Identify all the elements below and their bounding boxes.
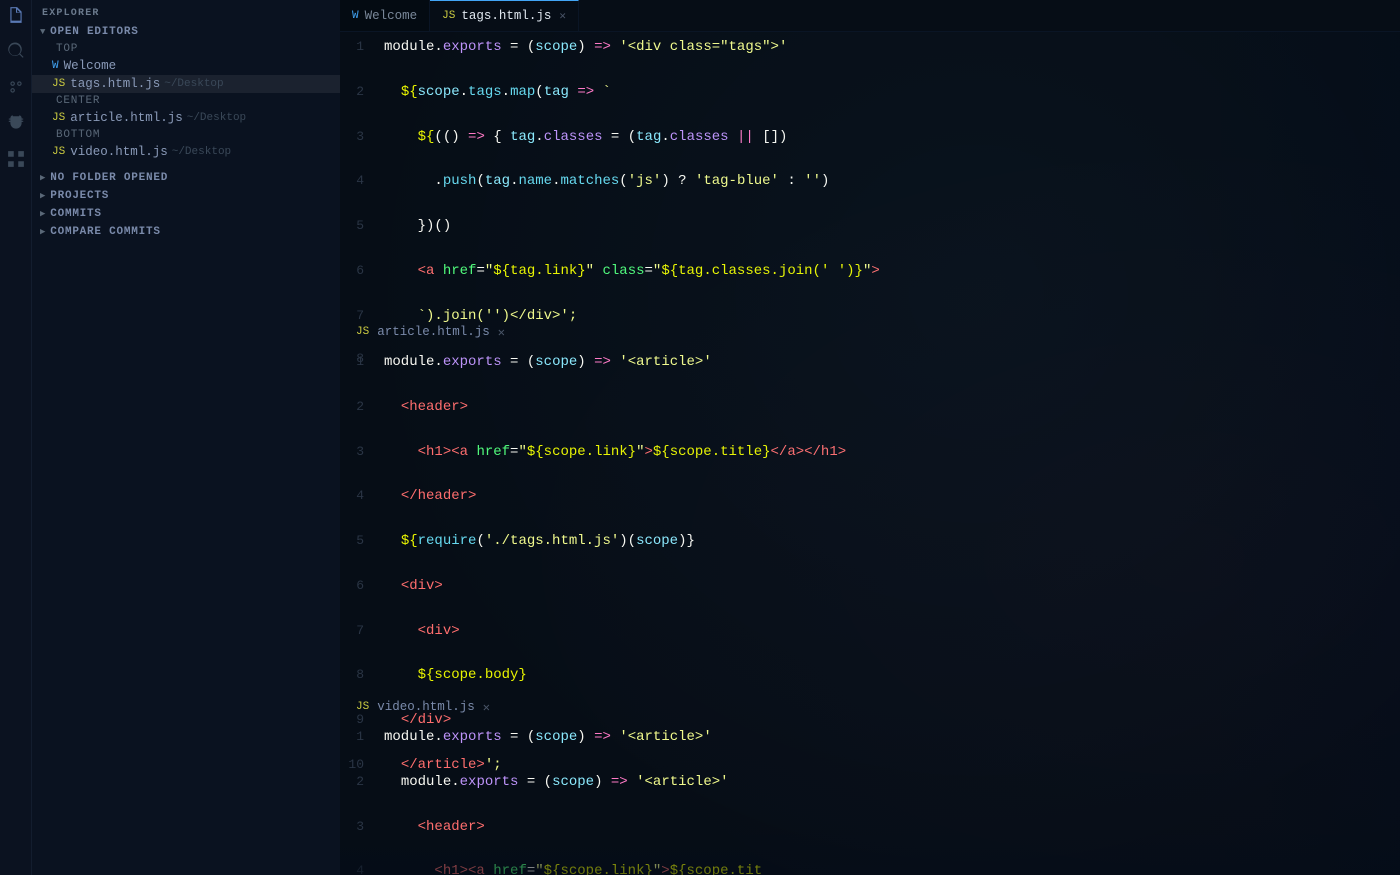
art-line-6: 6 <div> <box>340 575 1400 597</box>
art-line-5: 5 ${require('./tags.html.js')(scope)} <box>340 530 1400 552</box>
line-3: 3 ${(() => { tag.classes = (tag.classes … <box>340 126 1400 148</box>
sidebar-item-article[interactable]: JS article.html.js ~/Desktop <box>32 109 340 127</box>
video-panel-icon: JS <box>356 701 369 713</box>
compare-commits-label: COMPARE COMMITS <box>50 226 161 238</box>
sidebar-item-tags[interactable]: JS tags.html.js ~/Desktop <box>32 75 340 93</box>
vid-line-2: 2 module.exports = (scope) => '<article>… <box>340 771 1400 793</box>
files-icon[interactable] <box>7 6 25 24</box>
welcome-tab-icon: W <box>352 10 359 22</box>
welcome-tab-label: Welcome <box>365 9 418 23</box>
video-panel-header: JS video.html.js ✕ <box>340 692 1400 722</box>
commits-label: COMMITS <box>50 208 102 220</box>
tags-tab-icon: JS <box>442 10 455 22</box>
projects-label: PROJECTS <box>50 190 109 202</box>
explorer-title: EXPLORER <box>32 0 340 23</box>
projects-section[interactable]: ▶ PROJECTS <box>32 187 340 205</box>
commits-arrow: ▶ <box>40 209 46 219</box>
article-file-icon: JS <box>52 112 65 124</box>
editor-main: W Welcome JS tags.html.js ✕ 1module.expo… <box>340 0 1400 875</box>
commits-section[interactable]: ▶ COMMITS <box>32 205 340 223</box>
line-1: 1module.exports = (scope) => '<div class… <box>340 36 1400 58</box>
source-control-icon[interactable] <box>7 78 25 96</box>
line-4: 4 .push(tag.name.matches('js') ? 'tag-bl… <box>340 170 1400 192</box>
code-panel-video: JS video.html.js ✕ 1module.exports = (sc… <box>340 692 1400 875</box>
sidebar-tree: EXPLORER ▼ OPEN EDITORS TOP W Welcome JS… <box>32 0 340 875</box>
vid-line-1: 1module.exports = (scope) => '<article>' <box>340 726 1400 748</box>
sidebar-item-video[interactable]: JS video.html.js ~/Desktop <box>32 143 340 161</box>
tags-filepath: ~/Desktop <box>164 78 223 90</box>
video-filepath: ~/Desktop <box>172 146 231 158</box>
open-editors-label: OPEN EDITORS <box>50 26 138 38</box>
article-filepath: ~/Desktop <box>187 112 246 124</box>
video-filename: video.html.js <box>70 145 168 159</box>
video-panel-close[interactable]: ✕ <box>483 700 490 715</box>
compare-commits-section[interactable]: ▶ COMPARE COMMITS <box>32 223 340 241</box>
open-editors-arrow: ▼ <box>40 27 46 37</box>
line-2: 2 ${scope.tags.map(tag => ` <box>340 81 1400 103</box>
projects-arrow: ▶ <box>40 191 46 201</box>
vid-line-4: 4 <h1><a href="${scope.link}">${scope.ti… <box>340 860 1400 875</box>
bottom-group-label: BOTTOM <box>32 127 340 143</box>
article-panel-icon: JS <box>356 326 369 338</box>
activity-bar <box>0 0 32 875</box>
article-panel-filename: article.html.js <box>377 325 490 339</box>
extensions-icon[interactable] <box>7 150 25 168</box>
tab-welcome[interactable]: W Welcome <box>340 0 430 31</box>
art-line-1: 1module.exports = (scope) => '<article>' <box>340 351 1400 373</box>
article-filename: article.html.js <box>70 111 183 125</box>
video-panel-filename: video.html.js <box>377 700 475 714</box>
art-line-7: 7 <div> <box>340 620 1400 642</box>
no-folder-arrow: ▶ <box>40 173 46 183</box>
no-folder-section[interactable]: ▶ NO FOLDER OPENED <box>32 169 340 187</box>
welcome-file-icon: W <box>52 60 59 72</box>
open-editors-section[interactable]: ▼ OPEN EDITORS <box>32 23 340 41</box>
tags-file-icon: JS <box>52 78 65 90</box>
article-panel-close[interactable]: ✕ <box>498 325 505 340</box>
debug-icon[interactable] <box>7 114 25 132</box>
editor-area: 1module.exports = (scope) => '<div class… <box>340 32 1400 875</box>
top-group-label: TOP <box>32 41 340 57</box>
welcome-filename: Welcome <box>64 59 117 73</box>
center-group-label: CENTER <box>32 93 340 109</box>
art-line-2: 2 <header> <box>340 396 1400 418</box>
tab-bar: W Welcome JS tags.html.js ✕ <box>340 0 1400 32</box>
compare-commits-arrow: ▶ <box>40 227 46 237</box>
article-panel-header: JS article.html.js ✕ <box>340 317 1400 347</box>
video-file-icon: JS <box>52 146 65 158</box>
art-line-8: 8 ${scope.body} <box>340 664 1400 686</box>
line-5: 5 })() <box>340 215 1400 237</box>
tags-filename: tags.html.js <box>70 77 160 91</box>
vid-line-3: 3 <header> <box>340 816 1400 838</box>
sidebar-item-welcome[interactable]: W Welcome <box>32 57 340 75</box>
art-line-3: 3 <h1><a href="${scope.link}">${scope.ti… <box>340 441 1400 463</box>
line-6: 6 <a href="${tag.link}" class="${tag.cla… <box>340 260 1400 282</box>
no-folder-label: NO FOLDER OPENED <box>50 172 168 184</box>
tags-tab-close[interactable]: ✕ <box>559 9 566 23</box>
tab-tags[interactable]: JS tags.html.js ✕ <box>430 0 579 31</box>
search-icon[interactable] <box>7 42 25 60</box>
tags-tab-label: tags.html.js <box>461 9 551 23</box>
art-line-4: 4 </header> <box>340 485 1400 507</box>
